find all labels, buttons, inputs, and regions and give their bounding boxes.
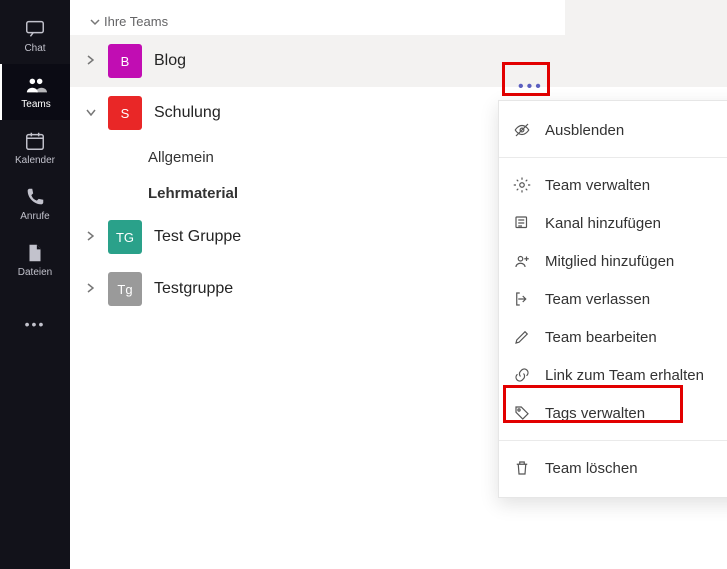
team-name-label: Blog (154, 52, 186, 70)
menu-item-mitglied-hinzufuegen[interactable]: Mitglied hinzufügen (499, 242, 727, 280)
menu-item-label: Tags verwalten (545, 405, 645, 422)
menu-item-label: Kanal hinzufügen (545, 215, 661, 232)
team-avatar: S (108, 96, 142, 130)
channel-name-label: Allgemein (148, 149, 214, 166)
team-more-options-button[interactable]: ••• (518, 78, 544, 96)
team-avatar: B (108, 44, 142, 78)
teams-panel: Ihre Teams B Blog S Schulung Allgemein L… (70, 0, 727, 569)
menu-item-ausblenden[interactable]: Ausblenden (499, 111, 727, 149)
rail-label: Dateien (18, 267, 52, 278)
menu-item-label: Link zum Team erhalten (545, 367, 704, 384)
rail-item-teams[interactable]: Teams (0, 64, 70, 120)
calendar-icon (24, 130, 46, 152)
chat-icon (24, 18, 46, 40)
edit-icon (513, 328, 531, 346)
teams-header-label: Ihre Teams (104, 14, 168, 29)
app-rail: Chat Teams Kalender Anrufe Dateien (0, 0, 70, 569)
team-avatar: Tg (108, 272, 142, 306)
rail-item-anrufe[interactable]: Anrufe (0, 176, 70, 232)
rail-item-kalender[interactable]: Kalender (0, 120, 70, 176)
menu-item-label: Mitglied hinzufügen (545, 253, 674, 270)
link-icon (513, 366, 531, 384)
caret-right-icon (86, 55, 96, 68)
team-context-menu: Ausblenden Team verwalten Kanal hinzufüg… (498, 100, 727, 498)
chevron-down-icon (90, 17, 100, 27)
rail-label: Chat (24, 43, 45, 54)
menu-item-label: Team verlassen (545, 291, 650, 308)
menu-divider (499, 157, 727, 158)
rail-more-button[interactable]: ••• (25, 304, 46, 344)
phone-icon (24, 186, 46, 208)
trash-icon (513, 459, 531, 477)
menu-item-label: Ausblenden (545, 122, 624, 139)
team-name-label: Testgruppe (154, 280, 233, 298)
rail-label: Kalender (15, 155, 55, 166)
gear-icon (513, 176, 531, 194)
menu-item-label: Team bearbeiten (545, 329, 657, 346)
menu-item-tags-verwalten[interactable]: Tags verwalten (499, 394, 727, 432)
add-member-icon (513, 252, 531, 270)
hide-icon (513, 121, 531, 139)
team-name-label: Test Gruppe (154, 228, 241, 246)
leave-icon (513, 290, 531, 308)
tag-icon (513, 404, 531, 422)
add-channel-icon (513, 214, 531, 232)
team-avatar: TG (108, 220, 142, 254)
caret-down-icon (86, 108, 96, 119)
menu-divider (499, 440, 727, 441)
menu-item-team-verwalten[interactable]: Team verwalten (499, 166, 727, 204)
menu-item-link-zum-team[interactable]: Link zum Team erhalten (499, 356, 727, 394)
content-gutter (565, 0, 727, 66)
channel-name-label: Lehrmaterial (148, 185, 238, 202)
rail-label: Anrufe (20, 211, 49, 222)
caret-right-icon (86, 283, 96, 296)
menu-item-label: Team verwalten (545, 177, 650, 194)
caret-right-icon (86, 231, 96, 244)
menu-item-label: Team löschen (545, 460, 638, 477)
menu-item-team-verlassen[interactable]: Team verlassen (499, 280, 727, 318)
rail-item-dateien[interactable]: Dateien (0, 232, 70, 288)
teams-icon (25, 74, 47, 96)
rail-item-chat[interactable]: Chat (0, 8, 70, 64)
menu-item-team-loeschen[interactable]: Team löschen (499, 449, 727, 487)
team-name-label: Schulung (154, 104, 221, 122)
menu-item-team-bearbeiten[interactable]: Team bearbeiten (499, 318, 727, 356)
menu-item-kanal-hinzufuegen[interactable]: Kanal hinzufügen (499, 204, 727, 242)
rail-label: Teams (21, 99, 50, 110)
file-icon (24, 242, 46, 264)
